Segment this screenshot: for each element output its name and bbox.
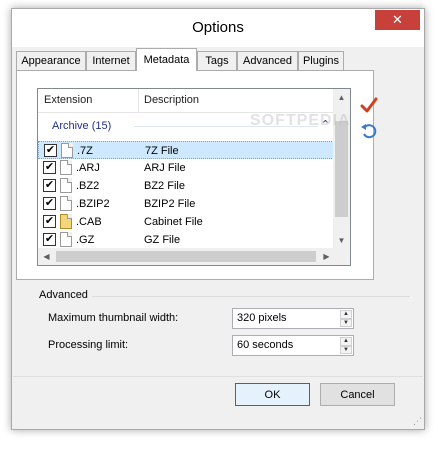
list-item[interactable]: ✔ .BZIP2 BZIP2 File — [38, 195, 336, 213]
row-extension: .ARJ — [76, 162, 100, 174]
thumbnail-width-stepper[interactable]: 320 pixels ▲ ▼ — [232, 308, 354, 329]
tab-advanced[interactable]: Advanced — [237, 51, 298, 70]
thumbnail-width-spin: ▲ ▼ — [340, 310, 352, 327]
processing-limit-stepper[interactable]: 60 seconds ▲ ▼ — [232, 335, 354, 356]
checkmark-icon — [360, 97, 378, 113]
row-checkbox[interactable]: ✔ — [43, 233, 56, 246]
undo-icon — [361, 124, 377, 139]
processing-limit-spin: ▲ ▼ — [340, 337, 352, 354]
file-icon — [61, 143, 73, 158]
row-description: 7Z File — [145, 145, 179, 157]
close-icon: ✕ — [392, 12, 403, 27]
tab-internet[interactable]: Internet — [86, 51, 136, 70]
advanced-heading: Advanced — [39, 289, 88, 301]
spin-up-icon[interactable]: ▲ — [340, 310, 352, 319]
row-description: BZ2 File — [144, 180, 185, 192]
row-description: GZ File — [144, 234, 181, 246]
row-checkbox[interactable]: ✔ — [43, 215, 56, 228]
group-divider — [134, 126, 318, 127]
title-bar[interactable]: Options ✕ — [12, 9, 424, 47]
tab-metadata[interactable]: Metadata — [136, 48, 197, 71]
column-divider[interactable] — [138, 89, 139, 113]
horizontal-scroll-thumb[interactable] — [56, 251, 316, 262]
check-all-button[interactable] — [358, 94, 380, 116]
row-extension: .BZIP2 — [76, 198, 110, 210]
row-extension: .7Z — [77, 145, 93, 157]
resize-grip-icon[interactable]: ⋰ — [413, 416, 422, 427]
tab-plugins[interactable]: Plugins — [298, 51, 344, 70]
row-extension: .BZ2 — [76, 180, 100, 192]
reset-button[interactable] — [358, 120, 380, 142]
tab-label: Tags — [205, 55, 229, 67]
row-description: Cabinet File — [144, 216, 203, 228]
tab-label: Appearance — [21, 55, 81, 67]
tab-appearance[interactable]: Appearance — [16, 51, 86, 70]
list-item[interactable]: ✔ .BZ2 BZ2 File — [38, 177, 336, 195]
scroll-down-icon[interactable]: ▼ — [333, 232, 350, 249]
file-icon — [60, 196, 72, 211]
advanced-divider — [92, 296, 410, 297]
processing-limit-value[interactable]: 60 seconds — [237, 339, 293, 351]
row-checkbox[interactable]: ✔ — [43, 179, 56, 192]
file-icon — [60, 160, 72, 175]
list-item[interactable]: ✔ .ARJ ARJ File — [38, 159, 336, 177]
thumbnail-width-value[interactable]: 320 pixels — [237, 312, 287, 324]
list-item[interactable]: ✔ .CAB Cabinet File — [38, 213, 336, 231]
row-description: ARJ File — [144, 162, 186, 174]
row-description: BZIP2 File — [144, 198, 196, 210]
vertical-scrollbar[interactable]: ▲ ▼ — [333, 89, 350, 249]
row-checkbox[interactable]: ✔ — [43, 161, 56, 174]
tab-label: Advanced — [243, 55, 292, 67]
file-icon — [60, 178, 72, 193]
spin-down-icon[interactable]: ▼ — [340, 318, 352, 327]
tab-label: Internet — [92, 55, 130, 67]
vertical-scroll-thumb[interactable] — [335, 121, 348, 217]
window-title: Options — [192, 19, 244, 36]
spin-down-icon[interactable]: ▼ — [340, 345, 352, 354]
ok-button[interactable]: OK — [235, 383, 310, 406]
thumbnail-width-label: Maximum thumbnail width: — [48, 312, 179, 324]
cancel-button[interactable]: Cancel — [320, 383, 395, 406]
list-item[interactable]: ✔ .GZ GZ File — [38, 231, 336, 249]
row-extension: .CAB — [76, 216, 102, 228]
column-description[interactable]: Description — [144, 94, 199, 106]
tab-tags[interactable]: Tags — [197, 51, 237, 70]
chevron-up-icon[interactable]: ⌃ — [321, 118, 330, 131]
row-checkbox[interactable]: ✔ — [43, 197, 56, 210]
group-label: Archive (15) — [52, 120, 112, 132]
scrollbar-corner — [333, 248, 350, 265]
column-extension[interactable]: Extension — [44, 94, 92, 106]
row-checkbox[interactable]: ✔ — [44, 144, 57, 157]
scroll-up-icon[interactable]: ▲ — [333, 89, 350, 106]
horizontal-scrollbar[interactable]: ◀ ▶ — [38, 248, 335, 265]
row-extension: .GZ — [76, 234, 95, 246]
file-type-list[interactable]: Extension Description Archive (15) ⌃ ✔ .… — [37, 88, 351, 266]
tab-label: Plugins — [302, 55, 340, 67]
file-icon — [60, 232, 72, 247]
close-button[interactable]: ✕ — [375, 10, 420, 30]
scroll-left-icon[interactable]: ◀ — [38, 248, 55, 265]
list-header: Extension Description — [38, 89, 336, 113]
list-item[interactable]: ✔ .7Z 7Z File — [38, 141, 336, 159]
group-header-archive[interactable]: Archive (15) ⌃ — [38, 117, 336, 135]
cabinet-icon — [60, 214, 72, 229]
tab-label: Metadata — [143, 54, 190, 66]
spin-up-icon[interactable]: ▲ — [340, 337, 352, 346]
processing-limit-label: Processing limit: — [48, 339, 129, 351]
